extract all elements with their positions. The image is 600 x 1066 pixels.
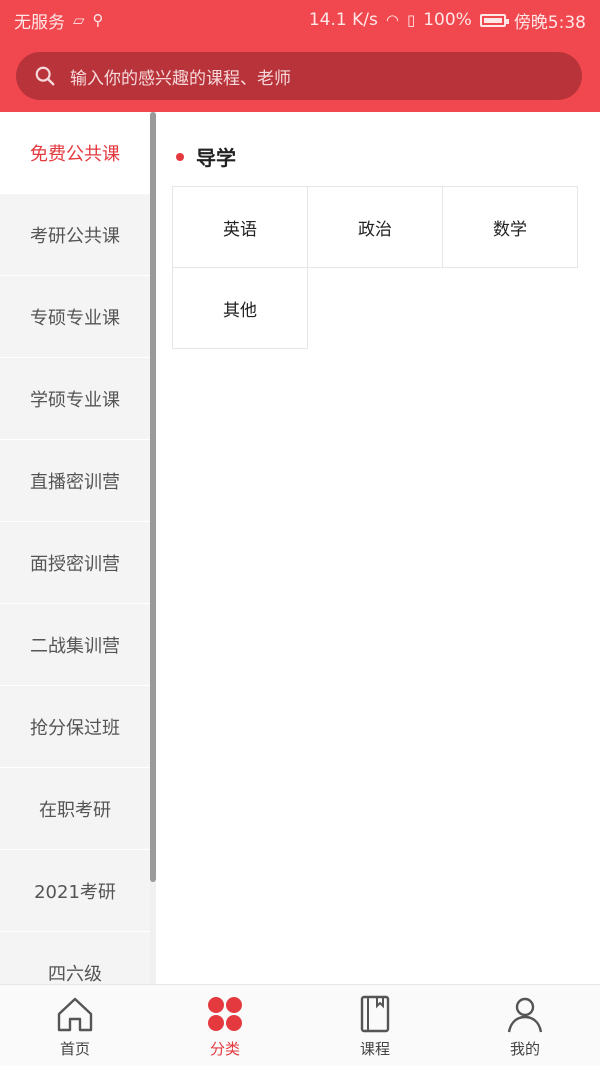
status-left: 无服务 ▱ ⚲ [14, 8, 104, 33]
status-bar: 无服务 ▱ ⚲ 14.1 K/s ◠ ▯ 100% 傍晚5:38 [0, 0, 600, 40]
sidebar-item[interactable]: 在职考研 [0, 768, 150, 850]
status-right: 14.1 K/s ◠ ▯ 100% 傍晚5:38 [309, 8, 586, 33]
sidebar-item-label: 二战集训营 [30, 635, 120, 657]
sidebar-item-label: 在职考研 [39, 799, 111, 821]
sidebar-item-label: 考研公共课 [30, 225, 120, 247]
sidebar-item-label: 直播密训营 [30, 471, 120, 493]
usb-icon: ⚲ [92, 11, 104, 29]
subject-cell[interactable]: 政治 [307, 186, 443, 268]
subject-label: 英语 [223, 219, 257, 240]
sidebar-item-label: 学硕专业课 [30, 389, 120, 411]
sidebar-item[interactable]: 抢分保过班 [0, 686, 150, 768]
search-input[interactable]: 输入你的感兴趣的课程、老师 [70, 64, 291, 89]
search-icon [35, 66, 55, 86]
sidebar-item[interactable]: 免费公共课 [0, 112, 150, 194]
search-bar[interactable]: 输入你的感兴趣的课程、老师 [16, 52, 582, 100]
section-header: 导学 [176, 142, 236, 171]
sidebar-item-label: 专硕专业课 [30, 307, 120, 329]
section-title: 导学 [196, 146, 236, 170]
subject-cell[interactable]: 数学 [442, 186, 578, 268]
network-speed: 14.1 K/s [308, 10, 378, 30]
nav-label: 课程 [359, 1040, 390, 1058]
subject-label: 数学 [493, 219, 527, 240]
profile-icon [503, 992, 547, 1036]
subject-label: 政治 [358, 219, 392, 240]
sidebar-item-label: 2021考研 [34, 881, 116, 903]
nav-item[interactable]: 课程 [300, 985, 450, 1066]
sidebar-item-label: 免费公共课 [30, 143, 120, 165]
nav-item[interactable]: 分类 [150, 985, 300, 1066]
subject-cell[interactable]: 其他 [172, 267, 308, 349]
sidebar-item[interactable]: 直播密训营 [0, 440, 150, 522]
battery-percent: 100% [423, 10, 472, 30]
sidebar-item-label: 面授密训营 [30, 553, 120, 575]
carrier-text: 无服务 [14, 12, 65, 33]
clock: 傍晚5:38 [513, 12, 586, 33]
subject-label: 其他 [223, 300, 257, 321]
nav-label: 我的 [509, 1040, 540, 1058]
bottom-nav: 首页 分类 课程 我的 [0, 984, 600, 1066]
nav-label: 首页 [59, 1040, 90, 1058]
category-sidebar: 免费公共课考研公共课专硕专业课学硕专业课直播密训营面授密训营二战集训营抢分保过班… [0, 112, 156, 984]
sidebar-item-label: 四六级 [48, 963, 102, 985]
sidebar-item[interactable]: 学硕专业课 [0, 358, 150, 440]
sidebar-item[interactable]: 专硕专业课 [0, 276, 150, 358]
sim-icon: ▯ [406, 11, 416, 29]
sidebar-item[interactable]: 四六级 [0, 932, 150, 984]
nav-item[interactable]: 首页 [0, 985, 150, 1066]
battery-icon [479, 13, 509, 27]
course-icon [353, 992, 397, 1036]
sidebar-item[interactable]: 2021考研 [0, 850, 150, 932]
sidebar-item[interactable]: 面授密训营 [0, 522, 150, 604]
signal-icon: ▱ [73, 11, 85, 29]
category-icon [203, 992, 247, 1036]
app-root: 无服务 ▱ ⚲ 14.1 K/s ◠ ▯ 100% 傍晚5:38 输入你的感兴趣… [0, 0, 600, 1066]
section-dot-icon [176, 152, 184, 161]
header: 无服务 ▱ ⚲ 14.1 K/s ◠ ▯ 100% 傍晚5:38 输入你的感兴趣… [0, 0, 600, 112]
sidebar-item-label: 抢分保过班 [30, 717, 120, 739]
sidebar-item[interactable]: 考研公共课 [0, 194, 150, 276]
home-icon [53, 992, 97, 1036]
wifi-icon: ◠ [385, 11, 399, 29]
sidebar-item[interactable]: 二战集训营 [0, 604, 150, 686]
main-content: 导学 英语 政治 数学其他 [156, 112, 600, 984]
nav-item[interactable]: 我的 [450, 985, 600, 1066]
sidebar-list: 免费公共课考研公共课专硕专业课学硕专业课直播密训营面授密训营二战集训营抢分保过班… [0, 112, 150, 984]
subject-cell[interactable]: 英语 [172, 186, 308, 268]
nav-label: 分类 [209, 1040, 240, 1058]
